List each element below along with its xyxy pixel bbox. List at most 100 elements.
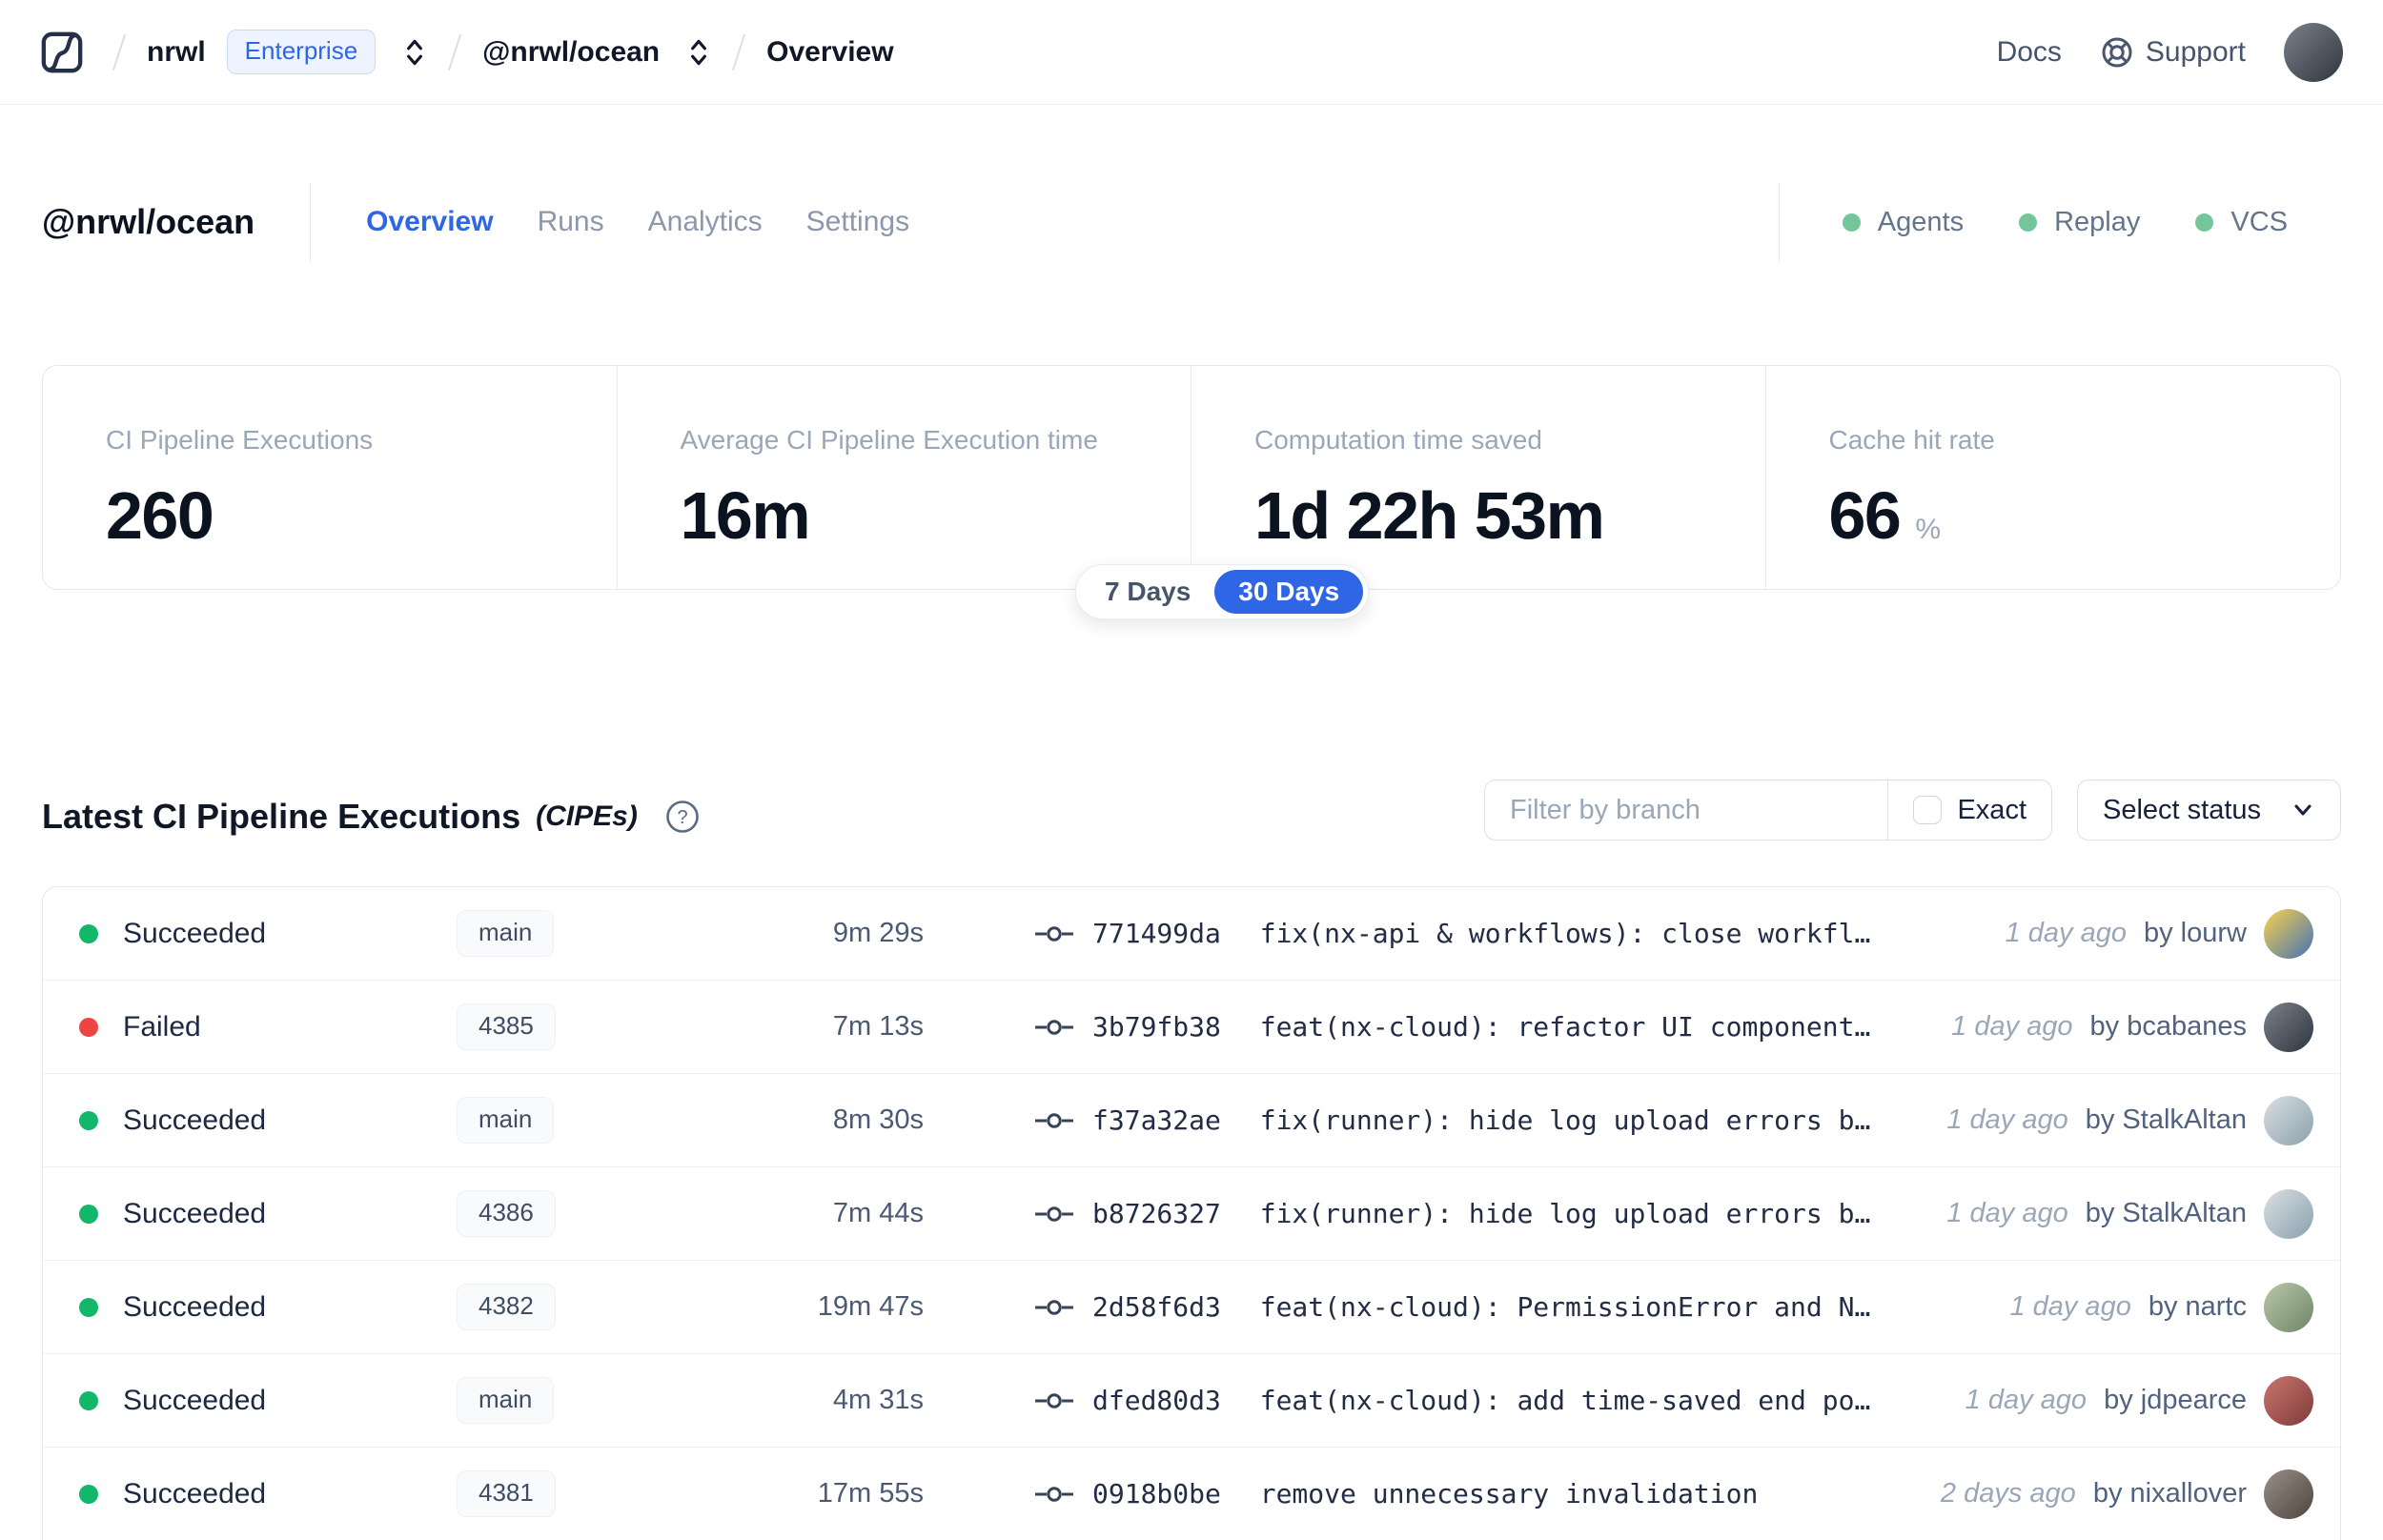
stats-cards: CI Pipeline Executions 260 Average CI Pipe… [42,365,2341,590]
git-commit-icon [1035,1297,1073,1318]
stat-card: Computation time saved 1d 22h 53m [1192,366,1766,589]
service-vcs[interactable]: VCS [2195,207,2288,238]
cipe-section-title: Latest CI Pipeline Executions [42,797,521,836]
docs-link[interactable]: Docs [1997,36,2062,69]
exact-label: Exact [1957,794,2027,825]
cipe-row[interactable]: Succeeded 4386 7m 44s b8726327 fix(runne… [43,1167,2340,1261]
cipe-duration: 4m 31s [832,1385,924,1415]
user-avatar[interactable] [2284,22,2343,82]
author-avatar [2264,1002,2313,1052]
svg-text:?: ? [677,807,687,828]
help-icon[interactable]: ? [664,799,701,835]
exact-checkbox[interactable] [1913,796,1943,824]
workspace-selector-button[interactable] [686,34,711,71]
commit-hash: 771499da [1092,918,1221,949]
tab-settings[interactable]: Settings [806,206,909,238]
stat-value: 1d 22h 53m [1254,478,1605,553]
branch-cell: main [457,910,647,957]
commit-hash: 2d58f6d3 [1092,1291,1221,1323]
stat-label: Computation time saved [1254,425,1542,455]
row-meta: 1 day ago by jdpearce [1965,1375,2313,1426]
status-dot [79,1297,98,1317]
cipe-row[interactable]: Succeeded main 8m 30s f37a32ae fix(runne… [43,1074,2340,1167]
breadcrumb-workspace[interactable]: @nrwl/ocean [482,36,660,69]
branch-filter-group: Exact [1484,780,2052,841]
cipe-duration: 7m 44s [832,1198,924,1228]
author: by StalkAltan [2085,1198,2247,1228]
cipe-section-head: Latest CI Pipeline Executions (CIPEs) ? [42,797,701,837]
row-meta: 2 days ago by nixallover [1941,1469,2313,1519]
cipe-row[interactable]: Succeeded main 9m 29s 771499da fix(nx-ap… [43,887,2340,981]
branch-filter-input[interactable] [1485,794,1887,826]
branch-cell: 4386 [457,1190,647,1237]
commit-text: f37a32ae fix(runner): hide log upload er… [1092,1104,1918,1136]
status-dot [79,923,98,943]
service-agents[interactable]: Agents [1842,207,1964,238]
service-replay[interactable]: Replay [2019,207,2140,238]
question-mark-icon: ? [666,800,699,833]
git-commit-icon [1035,1204,1073,1225]
cipe-row[interactable]: Failed 4385 7m 13s 3b79fb38 feat(nx-clou… [43,981,2340,1074]
cipe-section-suffix: (CIPEs) [536,800,638,832]
cipe-row[interactable]: Succeeded main 4m 31s dfed80d3 feat(nx-c… [43,1354,2340,1448]
branch-badge: 4385 [457,1003,556,1050]
author-avatar [2264,1188,2313,1239]
author-avatar [2264,1469,2313,1519]
commit-hash: 0918b0be [1092,1478,1221,1510]
branch-badge: 4382 [457,1284,556,1330]
chevron-up-down-icon [407,39,423,65]
stat-label: CI Pipeline Executions [106,425,374,455]
commit-text: 771499da fix(nx-api & workflows): close … [1092,918,1977,949]
cipe-row[interactable]: Succeeded 4381 17m 55s 0918b0be remove u… [43,1448,2340,1540]
commit-text: b8726327 fix(runner): hide log upload er… [1092,1198,1918,1229]
stat-value: 16m [680,478,811,553]
status-dot [79,1110,98,1130]
nx-cloud-logo[interactable] [40,30,84,74]
time-ago: 1 day ago [2009,1291,2131,1322]
commit-message: feat(nx-cloud): PermissionError and N… [1259,1291,1871,1323]
service-status-dot [2019,213,2038,232]
stat-card: CI Pipeline Executions 260 [43,366,618,589]
tab-analytics[interactable]: Analytics [648,206,763,238]
stat-label: Cache hit rate [1828,425,1995,455]
service-status-dot [1842,213,1861,232]
cipe-row[interactable]: Succeeded 4382 19m 47s 2d58f6d3 feat(nx-… [43,1261,2340,1354]
status-dot [79,1204,98,1224]
time-ago: 1 day ago [1965,1385,2088,1415]
cipe-status: Succeeded [123,917,267,949]
author: by nartc [2148,1291,2247,1322]
author-avatar [2264,1282,2313,1332]
workspace-tabs: Overview Runs Analytics Settings [366,206,909,238]
breadcrumb-slash [448,33,462,71]
org-selector-button[interactable] [402,34,427,71]
commit-message: remove unnecessary invalidation [1259,1478,1759,1510]
support-link[interactable]: Support [2100,35,2246,70]
row-meta: 1 day ago by lourw [2006,908,2313,959]
commit-hash: dfed80d3 [1092,1385,1221,1416]
status-select-label: Select status [2103,794,2262,825]
breadcrumb-org[interactable]: nrwl [147,36,206,69]
commit-text: dfed80d3 feat(nx-cloud): add time-saved … [1092,1385,1937,1416]
commit-message: feat(nx-cloud): refactor UI component… [1259,1011,1871,1043]
stat-label: Average CI Pipeline Execution time [680,425,1098,455]
top-navbar: nrwl Enterprise @nrwl/ocean Overview Doc… [0,0,2383,105]
row-meta: 1 day ago by nartc [2009,1282,2313,1332]
tab-overview[interactable]: Overview [366,206,493,238]
author: by lourw [2144,918,2247,948]
cipe-duration: 19m 47s [817,1291,924,1322]
divider [310,183,312,261]
stat-card: Cache hit rate 66% [1766,366,2341,589]
tab-runs[interactable]: Runs [538,206,604,238]
commit-message: fix(runner): hide log upload errors b… [1259,1198,1871,1229]
service-label: VCS [2230,206,2288,237]
branch-badge: main [457,1097,555,1144]
branch-badge: main [457,1377,555,1424]
range-option-30-days[interactable]: 30 Days [1214,570,1364,614]
status-select-dropdown[interactable]: Select status [2077,780,2341,841]
cipe-duration: 17m 55s [817,1478,924,1509]
author-avatar [2264,908,2313,959]
cipe-status: Succeeded [123,1290,267,1323]
cipe-duration: 9m 29s [832,918,924,948]
cipe-status: Succeeded [123,1384,267,1416]
range-option-7-days[interactable]: 7 Days [1081,570,1214,614]
